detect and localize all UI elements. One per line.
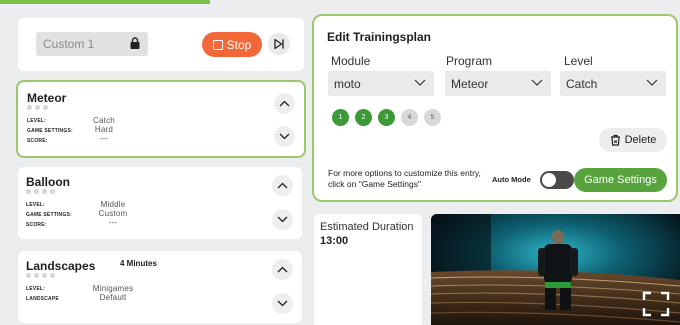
program-select[interactable]: Meteor xyxy=(445,71,551,96)
move-down-button[interactable] xyxy=(272,209,293,230)
session-card: Custom 1 Stop xyxy=(18,18,304,71)
stop-button[interactable]: Stop xyxy=(202,32,262,57)
skip-next-button[interactable] xyxy=(268,33,290,55)
trash-icon xyxy=(610,134,620,146)
toggle-knob xyxy=(542,173,556,187)
move-down-button[interactable] xyxy=(272,293,293,314)
plan-name-field[interactable]: Custom 1 xyxy=(36,32,148,56)
meta-label-settings: GAME SETTINGS: xyxy=(27,128,73,134)
fullscreen-icon[interactable] xyxy=(642,291,670,317)
module-label: Module xyxy=(331,54,371,68)
auto-mode-label: Auto Mode xyxy=(492,175,531,184)
chevron-down-icon xyxy=(277,216,288,223)
stop-icon xyxy=(212,39,223,50)
chevron-up-icon xyxy=(277,182,288,189)
stop-label: Stop xyxy=(226,37,252,52)
duration-value: 13:00 xyxy=(320,235,349,247)
entry-meta: LEVEL: GAME SETTINGS: SCORE: Middle Cust… xyxy=(26,200,127,230)
panel-title: Edit Trainingsplan xyxy=(327,30,432,44)
entry-title: Meteor xyxy=(27,91,67,105)
move-up-button[interactable] xyxy=(274,93,295,114)
entry-duration: 4 Minutes xyxy=(120,259,157,268)
entry-level-dots xyxy=(26,189,55,194)
chevron-up-icon xyxy=(277,266,288,273)
plan-name-text: Custom 1 xyxy=(43,37,95,51)
chevron-down-icon xyxy=(279,133,290,140)
level-step-3[interactable]: 3 xyxy=(378,109,395,126)
auto-mode-toggle[interactable] xyxy=(540,171,574,189)
entry-card-balloon[interactable]: Balloon LEVEL: GAME SETTINGS: SCORE: Mid… xyxy=(18,167,302,239)
entry-level-dots xyxy=(27,105,48,110)
game-settings-label: Game Settings xyxy=(584,174,657,186)
chevron-down-icon xyxy=(531,79,543,86)
entry-level-dots xyxy=(26,273,55,278)
game-settings-button[interactable]: Game Settings xyxy=(574,168,667,192)
move-down-button[interactable] xyxy=(274,126,295,147)
game-settings-hint: For more options to customize this entry… xyxy=(328,168,481,189)
game-preview[interactable] xyxy=(431,214,680,325)
entry-title: Landscapes xyxy=(26,259,96,273)
chevron-up-icon xyxy=(279,100,290,107)
meta-label-score: SCORE: xyxy=(27,138,48,144)
program-label: Program xyxy=(446,54,493,68)
meta-label-level: LEVEL: xyxy=(26,286,45,292)
move-up-button[interactable] xyxy=(272,175,293,196)
estimated-duration-card: Estimated Duration 13:00 xyxy=(314,214,422,325)
meta-value-score: --- xyxy=(99,134,109,143)
delete-button[interactable]: Delete xyxy=(599,128,667,152)
chevron-down-icon xyxy=(646,79,658,86)
level-value: Catch xyxy=(566,77,598,91)
chevron-down-icon xyxy=(414,79,426,86)
program-value: Meteor xyxy=(451,77,489,91)
level-step-2[interactable]: 2 xyxy=(355,109,372,126)
level-step-4[interactable]: 4 xyxy=(401,109,418,126)
level-label: Level xyxy=(564,54,593,68)
entry-meta: LEVEL: LANDSCAPE Minigames Default xyxy=(26,284,133,304)
move-up-button[interactable] xyxy=(272,259,293,280)
entry-card-landscapes[interactable]: Landscapes 4 Minutes LEVEL: LANDSCAPE Mi… xyxy=(18,251,302,323)
delete-label: Delete xyxy=(624,134,657,146)
chevron-down-icon xyxy=(277,300,288,307)
module-select[interactable]: moto xyxy=(328,71,434,96)
level-selector: 1 2 3 4 5 xyxy=(332,109,441,126)
lock-icon xyxy=(130,37,140,49)
level-step-1[interactable]: 1 xyxy=(332,109,349,126)
meta-value-landscape: Default xyxy=(99,293,127,302)
edit-trainingsplan-panel: Edit Trainingsplan Module moto Program M… xyxy=(312,14,678,202)
top-accent-line xyxy=(0,0,210,4)
skip-next-icon xyxy=(274,38,284,50)
meta-label-settings: GAME SETTINGS: xyxy=(26,212,72,218)
meta-label-landscape: LANDSCAPE xyxy=(26,296,59,302)
duration-label: Estimated Duration xyxy=(320,221,414,233)
level-select[interactable]: Catch xyxy=(560,71,666,96)
entry-meta: LEVEL: GAME SETTINGS: SCORE: Catch Hard … xyxy=(27,116,115,146)
meta-label-score: SCORE: xyxy=(26,222,47,228)
meta-label-level: LEVEL: xyxy=(27,118,46,124)
meta-value-score: --- xyxy=(108,218,118,227)
meta-label-level: LEVEL: xyxy=(26,202,45,208)
level-step-5[interactable]: 5 xyxy=(424,109,441,126)
module-value: moto xyxy=(334,77,361,91)
entry-title: Balloon xyxy=(26,175,70,189)
entry-card-meteor[interactable]: Meteor LEVEL: GAME SETTINGS: SCORE: Catc… xyxy=(16,80,306,158)
